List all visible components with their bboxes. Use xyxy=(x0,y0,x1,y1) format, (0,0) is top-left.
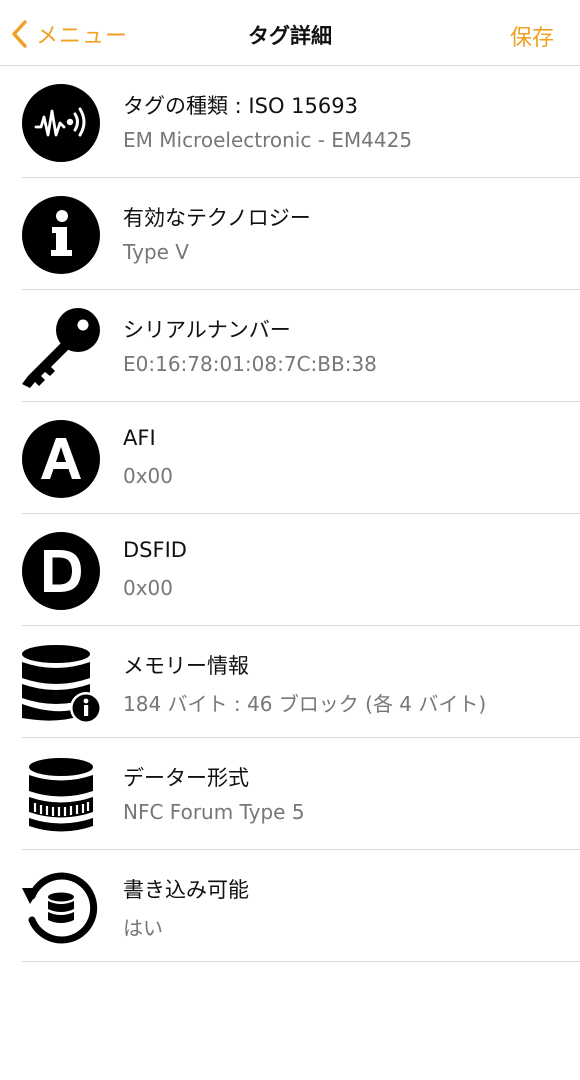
row-subtitle: 0x00 xyxy=(123,464,174,488)
save-button[interactable]: 保存 xyxy=(510,20,554,52)
row-title: 書き込み可能 xyxy=(123,878,249,902)
list-item-data-format: データー形式 NFC Forum Type 5 xyxy=(0,738,580,850)
list-item-serial-number: シリアルナンバー E0:16:78:01:08:7C:BB:38 xyxy=(0,290,580,402)
row-subtitle: E0:16:78:01:08:7C:BB:38 xyxy=(123,352,377,376)
row-title: タグの種類 : ISO 15693 xyxy=(123,94,358,118)
row-title: AFI xyxy=(123,426,156,450)
page-title: タグ詳細 xyxy=(248,24,332,48)
row-subtitle: EM Microelectronic - EM4425 xyxy=(123,128,413,152)
row-subtitle: 184 バイト : 46 ブロック (各 4 バイト) xyxy=(123,692,487,716)
row-title: 有効なテクノロジー xyxy=(123,206,311,230)
navigation-bar: メニュー タグ詳細 保存 xyxy=(0,0,580,66)
row-title: シリアルナンバー xyxy=(123,318,291,342)
list-item-dsfid: DSFID 0x00 xyxy=(0,514,580,626)
row-title: メモリー情報 xyxy=(123,654,249,678)
letter-a-icon xyxy=(20,418,102,500)
row-title: DSFID xyxy=(123,538,187,562)
info-icon xyxy=(20,194,102,276)
database-info-icon xyxy=(20,642,102,724)
database-refresh-icon xyxy=(20,866,102,948)
letter-d-icon xyxy=(20,530,102,612)
data-format-icon xyxy=(20,754,102,836)
list-item-afi: AFI 0x00 xyxy=(0,402,580,514)
row-subtitle: NFC Forum Type 5 xyxy=(123,800,305,824)
row-subtitle: はい xyxy=(123,916,163,940)
nfc-signal-icon xyxy=(20,82,102,164)
row-title: データー形式 xyxy=(123,766,249,790)
tag-detail-list: タグの種類 : ISO 15693 EM Microelectronic - E… xyxy=(0,66,580,962)
list-item-tag-type: タグの種類 : ISO 15693 EM Microelectronic - E… xyxy=(0,66,580,178)
row-subtitle: Type V xyxy=(123,240,189,264)
list-item-writable: 書き込み可能 はい xyxy=(0,850,580,962)
list-item-technologies: 有効なテクノロジー Type V xyxy=(0,178,580,290)
list-item-memory-info: メモリー情報 184 バイト : 46 ブロック (各 4 バイト) xyxy=(0,626,580,738)
key-icon xyxy=(20,306,102,388)
row-subtitle: 0x00 xyxy=(123,576,174,600)
